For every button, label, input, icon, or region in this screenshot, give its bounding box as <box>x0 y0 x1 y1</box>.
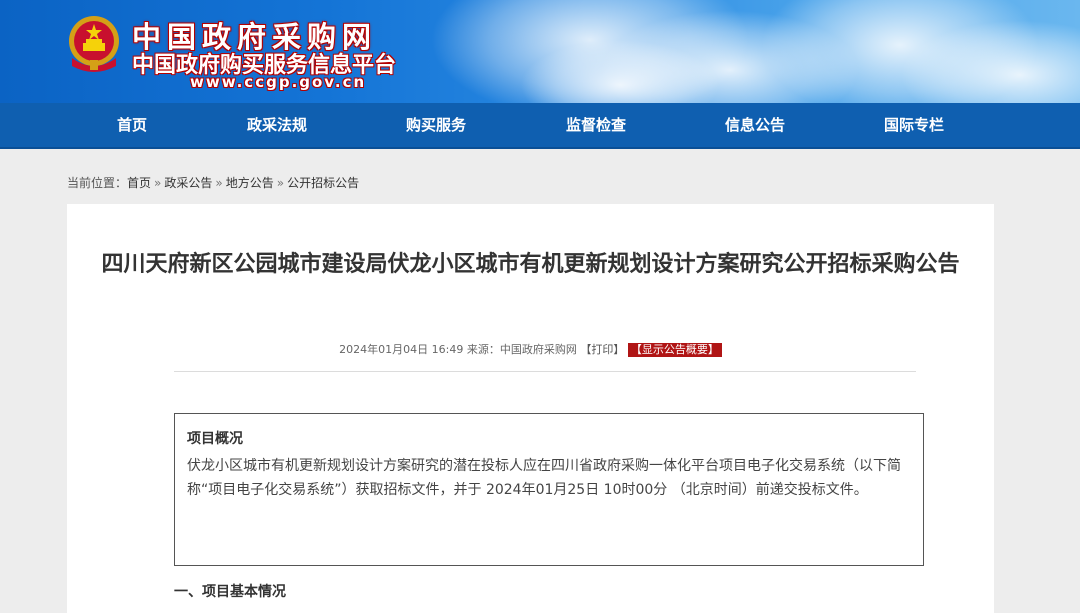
nav-item-announcements[interactable]: 信息公告 <box>695 103 815 147</box>
breadcrumb-separator: » <box>154 176 162 190</box>
source-name: 中国政府采购网 <box>499 343 577 356</box>
breadcrumb-separator: » <box>276 176 285 190</box>
site-url: www.ccgp.gov.cn <box>190 73 367 91</box>
publish-date: 2024年01月04日 16:49 <box>339 343 464 356</box>
print-link[interactable]: 【打印】 <box>580 343 624 356</box>
breadcrumb-home[interactable]: 首页 <box>127 176 151 190</box>
overview-text: 伏龙小区城市有机更新规划设计方案研究的潜在投标人应在四川省政府采购一体化平台项目… <box>187 458 901 498</box>
header-banner: 中国政府采购网 中国政府购买服务信息平台 www.ccgp.gov.cn <box>0 0 1080 103</box>
breadcrumb-open-tender-notices[interactable]: 公开招标公告 <box>287 176 359 190</box>
nav-item-home[interactable]: 首页 <box>72 103 192 147</box>
source-label: 来源： <box>466 343 500 356</box>
project-overview-box: 项目概况 伏龙小区城市有机更新规划设计方案研究的潜在投标人应在四川省政府采购一体… <box>174 413 924 566</box>
nav-item-supervision[interactable]: 监督检查 <box>536 103 656 147</box>
breadcrumb-prefix: 当前位置： <box>67 176 128 190</box>
overview-title: 项目概况 <box>187 431 243 447</box>
show-summary-button[interactable]: 【显示公告概要】 <box>627 343 722 357</box>
divider <box>174 371 916 372</box>
breadcrumb-procurement-notices[interactable]: 政采公告 <box>164 176 212 190</box>
section-heading: 一、项目基本情况 <box>174 584 286 600</box>
nav-item-international[interactable]: 国际专栏 <box>854 103 974 147</box>
breadcrumb-local-notices[interactable]: 地方公告 <box>226 176 274 190</box>
nav-item-regulations[interactable]: 政采法规 <box>217 103 337 147</box>
breadcrumb-separator: » <box>215 176 223 190</box>
main-nav: 首页 政采法规 购买服务 监督检查 信息公告 国际专栏 <box>0 103 1080 149</box>
breadcrumb: 当前位置：首页» 政采公告» 地方公告» 公开招标公告 <box>67 174 359 191</box>
nav-item-purchase-services[interactable]: 购买服务 <box>376 103 496 147</box>
national-emblem-icon <box>66 14 122 76</box>
article-container: 四川天府新区公园城市建设局伏龙小区城市有机更新规划设计方案研究公开招标采购公告 … <box>67 204 994 613</box>
article-meta: 2024年01月04日 16:49 来源：中国政府采购网 【打印】 【显示公告概… <box>67 341 994 357</box>
article-title: 四川天府新区公园城市建设局伏龙小区城市有机更新规划设计方案研究公开招标采购公告 <box>101 252 960 277</box>
